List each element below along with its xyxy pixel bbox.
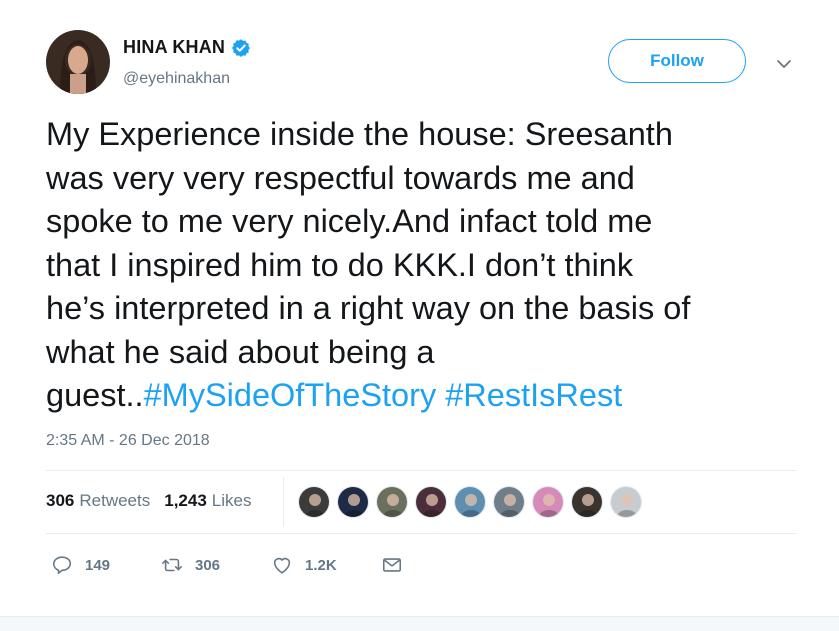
liker-avatar[interactable] <box>376 486 408 518</box>
stats-separator <box>283 477 284 527</box>
page-footer-strip <box>0 616 839 631</box>
liker-avatar[interactable] <box>610 486 642 518</box>
divider <box>46 533 796 534</box>
retweet-action[interactable]: 306 <box>161 554 271 576</box>
retweets-count: 306 <box>46 491 75 510</box>
liker-avatar-icon <box>572 487 602 517</box>
retweet-icon <box>162 558 182 572</box>
author-avatar[interactable] <box>46 30 110 94</box>
author-name[interactable]: HINA KHAN <box>123 37 225 58</box>
reply-count: 149 <box>85 556 111 574</box>
liker-avatar-icon <box>416 487 446 517</box>
liker-avatar[interactable] <box>415 486 447 518</box>
likes-stat[interactable]: 1,243 Likes <box>164 491 251 511</box>
likes-label: Likes <box>211 491 252 510</box>
action-bar: 149 306 1.2K <box>51 554 415 576</box>
liker-avatar[interactable] <box>337 486 369 518</box>
liker-avatar[interactable] <box>493 486 525 518</box>
retweet-count: 306 <box>195 556 221 574</box>
liker-avatar[interactable] <box>571 486 603 518</box>
engagement-stats: 306 Retweets 1,243 Likes <box>46 491 265 511</box>
liker-avatar[interactable] <box>532 486 564 518</box>
follow-button[interactable]: Follow <box>608 39 746 83</box>
verified-badge-icon <box>232 38 251 57</box>
heart-icon <box>273 557 291 574</box>
liker-avatar-icon <box>611 487 641 517</box>
divider <box>46 470 796 471</box>
liker-avatar-icon <box>494 487 524 517</box>
liker-avatars <box>298 486 649 518</box>
likes-count: 1,243 <box>164 491 207 510</box>
profile-photo-icon <box>46 30 110 94</box>
tweet-card: HINA KHAN @eyehinakhan Follow My Experie… <box>0 0 839 616</box>
like-action[interactable]: 1.2K <box>271 554 381 576</box>
retweets-label: Retweets <box>79 491 151 510</box>
liker-avatar-icon <box>299 487 329 517</box>
tweet-text-segment: My Experience inside the house: Sreesant… <box>46 116 691 413</box>
liker-avatar[interactable] <box>454 486 486 518</box>
hashtag-link[interactable]: #RestIsRest <box>445 377 622 413</box>
tweet-timestamp[interactable]: 2:35 AM - 26 Dec 2018 <box>46 432 210 450</box>
liker-avatar[interactable] <box>298 486 330 518</box>
reply-action[interactable]: 149 <box>51 554 161 576</box>
liker-avatar-icon <box>455 487 485 517</box>
retweets-stat[interactable]: 306 Retweets <box>46 491 150 511</box>
reply-icon <box>52 556 72 575</box>
direct-message-action[interactable] <box>381 554 415 576</box>
liker-avatar-icon <box>338 487 368 517</box>
liker-avatar-icon <box>377 487 407 517</box>
tweet-text: My Experience inside the house: Sreesant… <box>46 113 806 418</box>
liker-avatar-icon <box>533 487 563 517</box>
tweet-text-segment <box>436 377 445 413</box>
like-count: 1.2K <box>305 556 337 574</box>
hashtag-link[interactable]: #MySideOfTheStory <box>144 377 437 413</box>
envelope-icon <box>382 558 402 572</box>
chevron-down-icon[interactable] <box>775 57 793 71</box>
author-handle[interactable]: @eyehinakhan <box>123 70 230 88</box>
